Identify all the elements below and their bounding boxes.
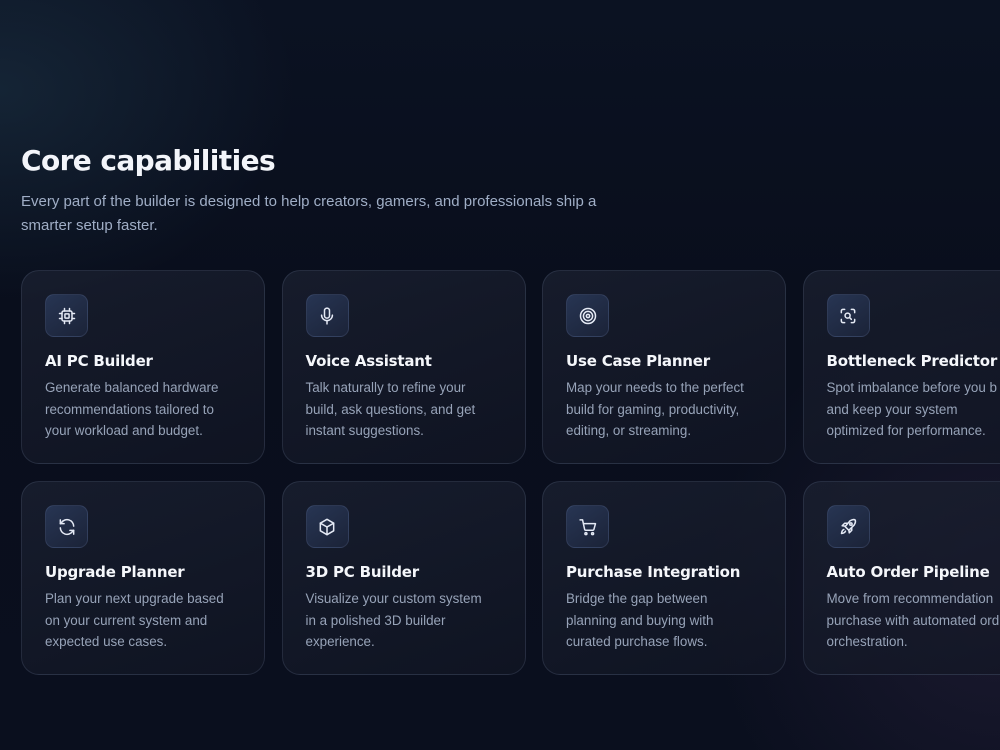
card-ai-pc-builder[interactable]: AI PC Builder Generate balanced hardware…: [21, 270, 265, 464]
card-description: Bridge the gap between planning and buyi…: [566, 591, 714, 649]
section-subtitle: Every part of the builder is designed to…: [21, 193, 597, 234]
card-use-case-planner[interactable]: Use Case Planner Map your needs to the p…: [542, 270, 786, 464]
cpu-chip-icon: [45, 294, 88, 337]
card-description: Generate balanced hardware recommendatio…: [45, 380, 219, 438]
section-title: Core capabilities: [21, 144, 276, 177]
card-description: Talk naturally to refine your build, ask…: [305, 380, 476, 438]
refresh-icon: [45, 505, 88, 548]
scan-search-icon: [826, 294, 870, 337]
cube-icon: [305, 505, 349, 548]
card-title: Auto Order Pipeline: [826, 563, 990, 581]
card-description: Plan your next upgrade based on your cur…: [45, 591, 224, 649]
card-auto-order-pipeline[interactable]: Auto Order Pipeline Move from recommenda…: [802, 481, 1000, 675]
capabilities-grid: AI PC Builder Generate balanced hardware…: [21, 270, 1000, 675]
card-purchase-integration[interactable]: Purchase Integration Bridge the gap betw…: [542, 481, 786, 675]
target-icon: [566, 294, 609, 337]
card-voice-assistant[interactable]: Voice Assistant Talk naturally to refine…: [281, 270, 526, 464]
card-3d-pc-builder[interactable]: 3D PC Builder Visualize your custom syst…: [281, 481, 526, 675]
card-description: Visualize your custom system in a polish…: [305, 591, 482, 649]
shopping-cart-icon: [566, 505, 609, 548]
card-upgrade-planner[interactable]: Upgrade Planner Plan your next upgrade b…: [21, 481, 265, 675]
card-description: Map your needs to the perfect build for …: [566, 380, 744, 438]
card-title: Bottleneck Predictor: [826, 352, 998, 370]
card-bottleneck-predictor[interactable]: Bottleneck Predictor Spot imbalance befo…: [802, 270, 1000, 464]
rocket-icon: [826, 505, 870, 548]
microphone-icon: [305, 294, 349, 337]
card-description: Spot imbalance before you b and keep you…: [826, 380, 997, 438]
card-description: Move from recommendation purchase with a…: [826, 591, 1000, 649]
